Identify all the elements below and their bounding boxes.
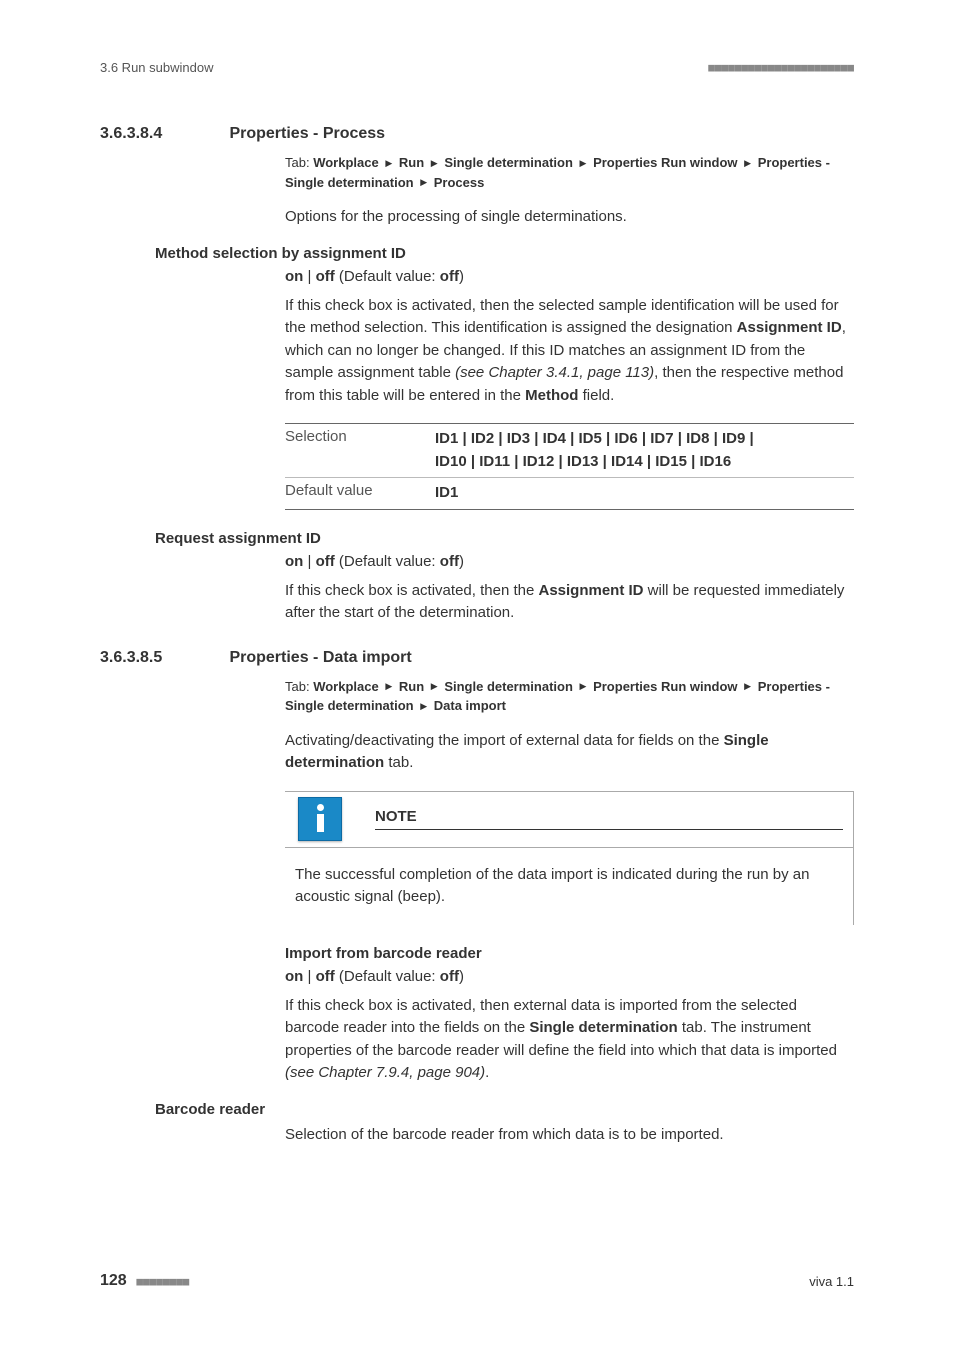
toggle-request-assignment: on | off (Default value: off) xyxy=(285,553,854,570)
toggle-on: on xyxy=(285,553,303,570)
close-paren: ) xyxy=(459,553,464,570)
info-icon xyxy=(298,797,342,841)
note-header: NOTE xyxy=(285,792,853,848)
path-seg: Workplace xyxy=(313,679,379,694)
text-run: If this check box is activated, then the xyxy=(285,582,538,599)
id-list-line: ID10 | ID11 | ID12 | ID13 | ID14 | ID15 … xyxy=(435,453,731,470)
term-assignment-id: Assignment ID xyxy=(538,582,643,599)
triangle-icon: ▶ xyxy=(431,157,438,171)
section-heading-process: 3.6.3.8.4 Properties - Process xyxy=(100,125,854,143)
triangle-icon: ▶ xyxy=(385,157,392,171)
toggle-off: off xyxy=(316,968,335,985)
toggle-method-selection: on | off (Default value: off) xyxy=(285,268,854,285)
tab-path-process: Tab: Workplace ▶ Run ▶ Single determinat… xyxy=(285,153,854,192)
footer-dashes-icon: ■■■■■■■■ xyxy=(136,1275,189,1288)
table-row: Default value ID1 xyxy=(285,477,854,509)
selection-table: Selection ID1 | ID2 | ID3 | ID4 | ID5 | … xyxy=(285,423,854,510)
section-number: 3.6.3.8.5 xyxy=(100,649,225,667)
page-footer: 128 ■■■■■■■■ viva 1.1 xyxy=(100,1272,854,1290)
toggle-off: off xyxy=(316,553,335,570)
tab-path-data-import: Tab: Workplace ▶ Run ▶ Single determinat… xyxy=(285,677,854,716)
header-section-ref: 3.6 Run subwindow xyxy=(100,60,213,75)
default-value: off xyxy=(440,268,459,285)
request-assignment-description: If this check box is activated, then the… xyxy=(285,580,854,625)
default-label: (Default value: xyxy=(335,968,440,985)
triangle-icon: ▶ xyxy=(420,700,427,714)
path-seg: Single determination xyxy=(444,155,573,170)
chapter-reference: (see Chapter 3.4.1, page 113) xyxy=(455,364,654,381)
table-row: Selection ID1 | ID2 | ID3 | ID4 | ID5 | … xyxy=(285,424,854,477)
note-icon-wrap xyxy=(285,792,355,847)
section-title: Properties - Data import xyxy=(229,649,411,667)
subhead-request-assignment: Request assignment ID xyxy=(155,530,854,547)
chapter-reference: (see Chapter 7.9.4, page 904) xyxy=(285,1064,485,1081)
term-assignment-id: Assignment ID xyxy=(737,319,842,336)
method-selection-description: If this check box is activated, then the… xyxy=(285,295,854,408)
text-run: . xyxy=(485,1064,489,1081)
default-value: off xyxy=(440,968,459,985)
close-paren: ) xyxy=(459,268,464,285)
subhead-import-barcode: Import from barcode reader xyxy=(285,945,854,962)
default-label: (Default value: xyxy=(335,553,440,570)
triangle-icon: ▶ xyxy=(580,680,587,694)
toggle-off: off xyxy=(316,268,335,285)
import-barcode-description: If this check box is activated, then ext… xyxy=(285,995,854,1085)
text-run: Activating/deactivating the import of ex… xyxy=(285,732,724,749)
toggle-on: on xyxy=(285,268,303,285)
data-import-intro: Activating/deactivating the import of ex… xyxy=(285,730,854,775)
toggle-import-barcode: on | off (Default value: off) xyxy=(285,968,854,985)
path-seg: Process xyxy=(434,175,485,190)
triangle-icon: ▶ xyxy=(431,680,438,694)
tab-label: Tab: xyxy=(285,679,313,694)
id-list-line: ID1 | ID2 | ID3 | ID4 | ID5 | ID6 | ID7 … xyxy=(435,430,754,447)
path-seg: Properties Run window xyxy=(593,679,737,694)
subhead-method-selection: Method selection by assignment ID xyxy=(155,245,854,262)
close-paren: ) xyxy=(459,968,464,985)
triangle-icon: ▶ xyxy=(420,176,427,190)
path-seg: Data import xyxy=(434,698,506,713)
text-run: tab. xyxy=(384,754,413,771)
toggle-on: on xyxy=(285,968,303,985)
path-seg: Single determination xyxy=(444,679,573,694)
triangle-icon: ▶ xyxy=(744,157,751,171)
section-title: Properties - Process xyxy=(229,125,385,143)
path-seg: Properties Run window xyxy=(593,155,737,170)
term-single-determination: Single determination xyxy=(529,1019,677,1036)
triangle-icon: ▶ xyxy=(385,680,392,694)
section-number: 3.6.3.8.4 xyxy=(100,125,225,143)
barcode-reader-description: Selection of the barcode reader from whi… xyxy=(285,1124,854,1147)
text-run: field. xyxy=(578,387,614,404)
triangle-icon: ▶ xyxy=(580,157,587,171)
note-box: NOTE The successful completion of the da… xyxy=(285,791,854,925)
section-heading-data-import: 3.6.3.8.5 Properties - Data import xyxy=(100,649,854,667)
term-method: Method xyxy=(525,387,578,404)
selection-label: Selection xyxy=(285,428,435,445)
intro-text: Options for the processing of single det… xyxy=(285,206,854,229)
footer-left: 128 ■■■■■■■■ xyxy=(100,1272,189,1290)
footer-product: viva 1.1 xyxy=(809,1274,854,1289)
default-value: ID1 xyxy=(435,482,854,505)
page: 3.6 Run subwindow ■■■■■■■■■■■■■■■■■■■■■■… xyxy=(0,0,954,1350)
page-number: 128 xyxy=(100,1272,127,1289)
default-label: (Default value: xyxy=(335,268,440,285)
tab-label: Tab: xyxy=(285,155,313,170)
selection-values: ID1 | ID2 | ID3 | ID4 | ID5 | ID6 | ID7 … xyxy=(435,428,854,473)
subhead-barcode-reader: Barcode reader xyxy=(155,1101,854,1118)
path-seg: Run xyxy=(399,679,424,694)
page-header: 3.6 Run subwindow ■■■■■■■■■■■■■■■■■■■■■■ xyxy=(100,60,854,75)
note-body: The successful completion of the data im… xyxy=(285,848,853,925)
header-dashes-icon: ■■■■■■■■■■■■■■■■■■■■■■ xyxy=(708,61,854,74)
path-seg: Workplace xyxy=(313,155,379,170)
triangle-icon: ▶ xyxy=(744,680,751,694)
default-value: off xyxy=(440,553,459,570)
path-seg: Run xyxy=(399,155,424,170)
note-title: NOTE xyxy=(375,808,843,830)
default-label: Default value xyxy=(285,482,435,499)
